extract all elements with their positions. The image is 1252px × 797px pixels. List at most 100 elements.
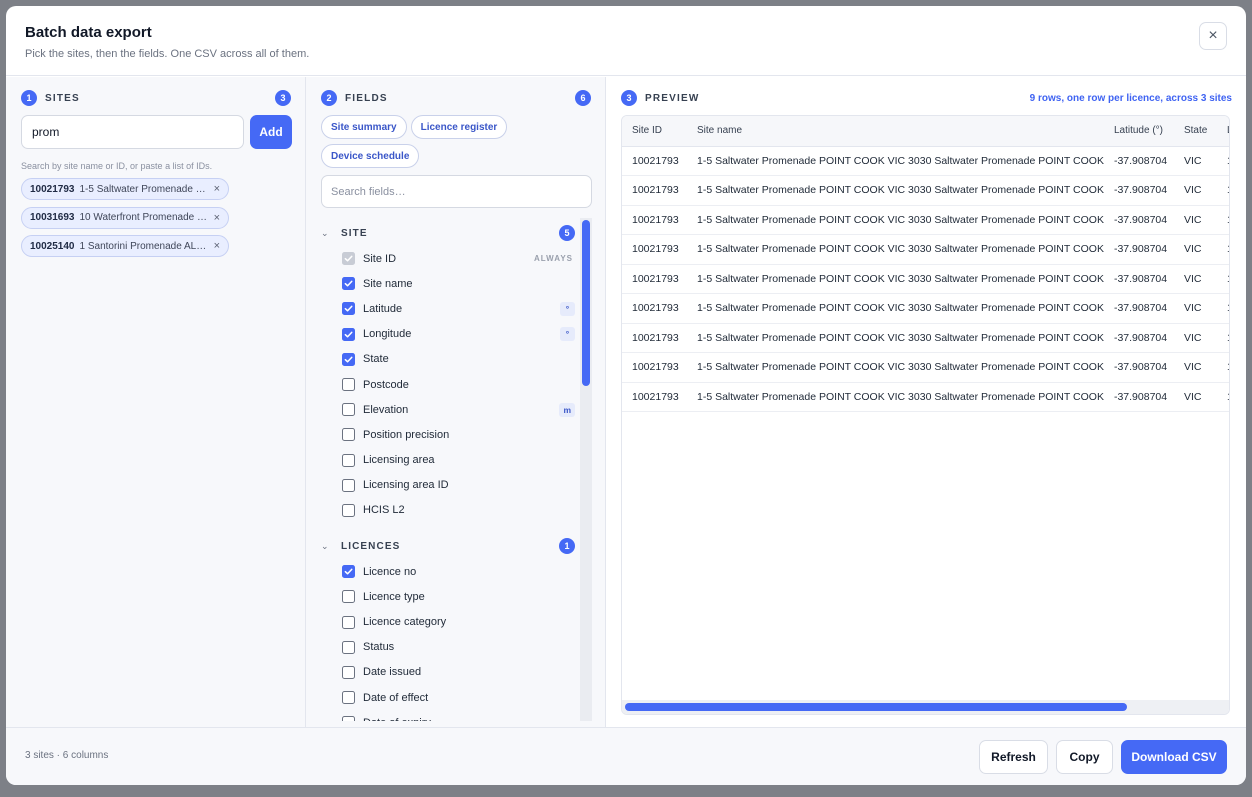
field-checkbox[interactable] (342, 302, 355, 316)
field-checkbox[interactable] (342, 615, 355, 629)
site-search-help: Search by site name or ID, or paste a li… (21, 161, 213, 171)
field-label: Licence category (363, 616, 447, 629)
field-unit-badge: ° (560, 327, 575, 342)
download-csv-button[interactable]: Download CSV (1121, 740, 1227, 774)
field-option[interactable]: Licence category (321, 609, 577, 634)
remove-site-icon[interactable]: × (214, 240, 220, 252)
preview-cell: -37.908704 (1103, 146, 1174, 176)
preview-panel: 3 PREVIEW 9 rows, one row per licence, a… (606, 77, 1246, 727)
always-included-note: ALWAYS (533, 254, 573, 264)
field-label: Latitude (363, 302, 403, 315)
preview-cell: 10021793 (622, 234, 687, 265)
preview-cell: 144.758413 (1216, 175, 1229, 206)
site-chip-name: 1 Santorini Promenade ALKIMOS WA (79, 240, 212, 252)
preview-cell: 1-5 Saltwater Promenade POINT COOK VIC 3… (687, 175, 1104, 206)
field-label: Status (363, 641, 395, 654)
preview-column-header: State (1173, 116, 1217, 147)
dialog-footer: 3 sites · 6 columns Refresh Copy Downloa… (6, 727, 1246, 785)
field-option[interactable]: Elevation m (321, 397, 577, 422)
fields-count-badge: 6 (575, 90, 591, 106)
preset-licence-register-button[interactable]: Licence register (410, 115, 508, 139)
field-option[interactable]: Licensing area (321, 448, 577, 473)
field-label: Site ID (363, 252, 397, 265)
preview-row: 10021793 1-5 Saltwater Promenade POINT CO… (622, 382, 1229, 412)
field-group-header[interactable]: ⌄ SITE 5 (321, 220, 577, 246)
add-site-button[interactable]: Add (250, 115, 292, 149)
field-option: Site ID ALWAYS (321, 246, 577, 271)
field-option[interactable]: Site name (321, 271, 577, 296)
field-option[interactable]: HCIS L2 (321, 498, 577, 523)
field-list-scroll-thumb[interactable] (582, 220, 590, 386)
preview-row: 10021793 1-5 Saltwater Promenade POINT CO… (622, 264, 1229, 294)
site-chip: 10025140 1 Santorini Promenade ALKIMOS W… (21, 235, 229, 257)
site-search-row: Add (21, 115, 293, 149)
site-chip-name: 10 Waterfront Promenade SANCTUARY LAKES … (79, 212, 212, 223)
site-chip-id: 10021793 (30, 183, 75, 195)
copy-button[interactable]: Copy (1056, 740, 1113, 774)
field-label: Date of effect (363, 691, 429, 704)
field-checkbox[interactable] (342, 403, 355, 417)
field-checkbox (342, 252, 355, 266)
field-checkbox[interactable] (342, 665, 355, 679)
field-checkbox[interactable] (342, 716, 355, 721)
field-option[interactable]: Latitude ° (321, 296, 577, 321)
preview-row: 10021793 1-5 Saltwater Promenade POINT CO… (622, 146, 1229, 176)
field-checkbox[interactable] (342, 503, 355, 517)
preview-cell: 144.758413 (1216, 234, 1229, 265)
sites-header: 1 SITES 3 (21, 90, 291, 106)
field-label: Licensing area ID (363, 479, 449, 492)
field-search-input[interactable] (321, 175, 592, 208)
site-chip-name: 1-5 Saltwater Promenade POINT COOK VIC 3… (79, 183, 212, 195)
field-option[interactable]: Position precision (321, 422, 577, 447)
preview-column-header: Latitude (°) (1103, 116, 1174, 147)
field-label: Postcode (363, 378, 409, 391)
preview-horizontal-scrollbar[interactable] (622, 700, 1229, 714)
field-option[interactable]: Licence no (321, 559, 577, 584)
field-checkbox[interactable] (342, 378, 355, 392)
field-option[interactable]: Date of expiry (321, 710, 577, 721)
preview-cell: -37.908704 (1103, 175, 1174, 206)
preview-cell: 1-5 Saltwater Promenade POINT COOK VIC 3… (687, 146, 1104, 176)
site-chip-id: 10031693 (30, 212, 75, 223)
field-checkbox[interactable] (342, 478, 355, 492)
dialog-header: Batch data export Pick the sites, then t… (6, 6, 1246, 76)
preset-device-schedule-button[interactable]: Device schedule (321, 144, 420, 168)
field-checkbox[interactable] (342, 590, 355, 604)
fields-header: 2 FIELDS 6 (321, 90, 591, 106)
field-checkbox[interactable] (342, 277, 355, 291)
field-option[interactable]: Postcode (321, 372, 577, 397)
preview-cell: 10021793 (622, 293, 687, 324)
field-group-count: 1 (559, 538, 575, 555)
field-option[interactable]: Licensing area ID (321, 473, 577, 498)
close-button[interactable]: × (1199, 22, 1227, 50)
preset-site-summary-button[interactable]: Site summary (321, 115, 407, 139)
site-search-input[interactable] (21, 115, 244, 149)
field-option[interactable]: Licence type (321, 584, 577, 609)
field-option[interactable]: Date of effect (321, 685, 577, 710)
preview-cell: 1-5 Saltwater Promenade POINT COOK VIC 3… (687, 293, 1104, 324)
remove-site-icon[interactable]: × (214, 183, 220, 195)
field-option[interactable]: Date issued (321, 660, 577, 685)
field-checkbox[interactable] (342, 640, 355, 654)
field-option[interactable]: Longitude ° (321, 322, 577, 347)
preview-cell: VIC (1173, 234, 1217, 265)
field-checkbox[interactable] (342, 691, 355, 705)
field-label: HCIS L2 (363, 504, 405, 517)
preview-scroll-thumb[interactable] (625, 703, 1127, 711)
field-option[interactable]: Status (321, 635, 577, 660)
site-chip: 10031693 10 Waterfront Promenade SANCTUA… (21, 206, 229, 229)
sites-count-badge: 3 (275, 90, 291, 106)
field-group-header[interactable]: ⌄ LICENCES 1 (321, 533, 577, 559)
field-checkbox[interactable] (342, 327, 355, 341)
refresh-button[interactable]: Refresh (979, 740, 1048, 774)
preview-cell: 10021793 (622, 146, 687, 176)
field-checkbox[interactable] (342, 352, 355, 366)
preview-column-header: Longitude (°) (1216, 116, 1229, 147)
remove-site-icon[interactable]: × (214, 212, 220, 224)
field-checkbox[interactable] (342, 453, 355, 467)
field-checkbox[interactable] (342, 565, 355, 579)
field-option[interactable]: State (321, 347, 577, 372)
field-list-scrollbar[interactable] (580, 218, 592, 721)
field-checkbox[interactable] (342, 428, 355, 442)
preview-heading: PREVIEW (645, 92, 700, 104)
